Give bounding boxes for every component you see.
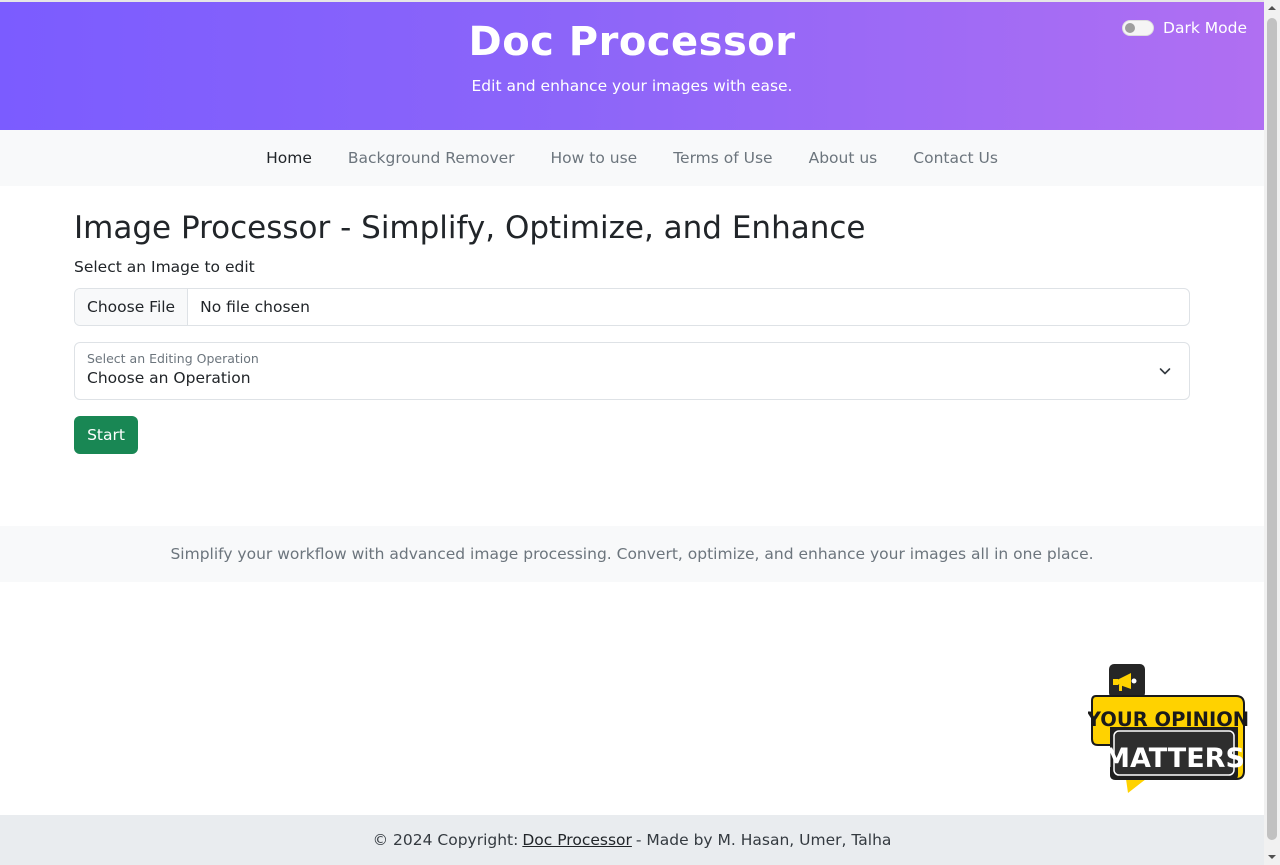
site-title: Doc Processor [468, 19, 796, 65]
toggle-knob [1125, 23, 1136, 33]
site-header: Doc Processor Edit and enhance your imag… [0, 2, 1264, 130]
feedback-badge[interactable]: YOUR OPINION MATTERS [1086, 662, 1250, 796]
main-nav: Home Background Remover How to use Terms… [0, 130, 1264, 186]
nav-item-background-remover[interactable]: Background Remover [348, 149, 515, 167]
vertical-scrollbar[interactable] [1264, 0, 1280, 865]
start-button[interactable]: Start [74, 416, 138, 454]
scroll-thumb[interactable] [1267, 18, 1277, 840]
info-text: Simplify your workflow with advanced ima… [170, 545, 1094, 563]
your-opinion-matters-graphic: YOUR OPINION MATTERS [1086, 664, 1249, 793]
operation-select-value: Choose an Operation [87, 369, 251, 387]
nav-item-how-to-use[interactable]: How to use [551, 149, 638, 167]
dark-mode-label: Dark Mode [1163, 19, 1247, 37]
choose-file-button[interactable]: Choose File [75, 289, 189, 325]
toggle-switch[interactable] [1122, 20, 1155, 36]
page-title: Image Processor - Simplify, Optimize, an… [74, 210, 866, 246]
nav-item-about-us[interactable]: About us [809, 149, 878, 167]
site-footer: © 2024 Copyright: Doc Processor - Made b… [0, 815, 1264, 865]
nav-item-terms-of-use[interactable]: Terms of Use [673, 149, 772, 167]
chevron-down-icon [1159, 368, 1171, 375]
select-image-label: Select an Image to edit [74, 258, 255, 276]
scroll-down-arrow-icon[interactable] [1264, 849, 1280, 865]
info-band: Simplify your workflow with advanced ima… [0, 526, 1264, 582]
badge-line-2: MATTERS [1103, 743, 1245, 774]
operation-select[interactable]: Select an Editing Operation Choose an Op… [74, 342, 1190, 400]
operation-select-label: Select an Editing Operation [87, 351, 259, 366]
badge-line-1: YOUR OPINION [1088, 708, 1249, 731]
dark-mode-toggle[interactable]: Dark Mode [1122, 19, 1247, 37]
footer-link[interactable]: Doc Processor [522, 831, 632, 849]
footer-credits: - Made by M. Hasan, Umer, Talha [635, 831, 892, 849]
page: Doc Processor Edit and enhance your imag… [0, 0, 1264, 865]
file-status: No file chosen [200, 298, 310, 316]
site-subtitle: Edit and enhance your images with ease. [471, 77, 793, 95]
file-input[interactable]: Choose File No file chosen [74, 288, 1190, 326]
nav-item-contact-us[interactable]: Contact Us [913, 149, 998, 167]
footer-copyright: © 2024 Copyright: [372, 831, 519, 849]
nav-item-home[interactable]: Home [266, 149, 312, 167]
scroll-up-arrow-icon[interactable] [1264, 0, 1280, 16]
